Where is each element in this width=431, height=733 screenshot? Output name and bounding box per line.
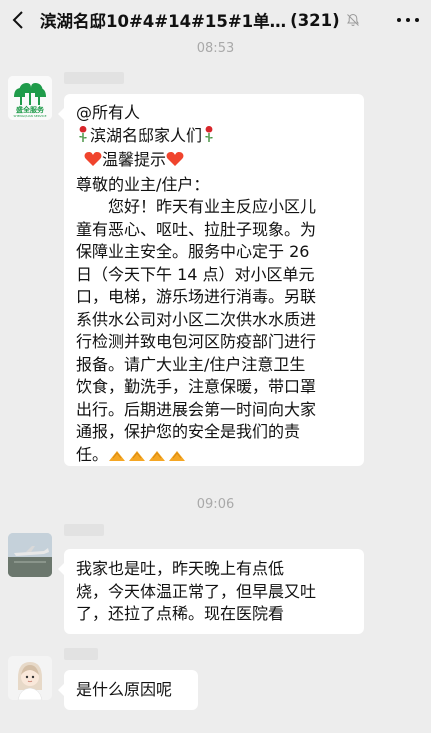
timestamp: 09:06 (196, 497, 235, 512)
notice-last-line: 任。 (76, 444, 352, 467)
salutation: 尊敬的业主/住户： (76, 174, 210, 194)
sender-name-blurred (64, 648, 98, 660)
more-dots-icon (397, 18, 401, 22)
praying-hands-icon (109, 450, 126, 461)
heart-icon (166, 151, 184, 174)
notice-line: 童有恶心、呕吐、拉肚子现象。为 (76, 219, 317, 239)
notice-line: 通报，保护您的安全是我们的责 (76, 422, 301, 441)
sender-name-blurred (64, 72, 124, 84)
more-options-button[interactable] (397, 10, 419, 30)
reply-line: 了，还拉了点稀。现在医院看 (76, 604, 285, 623)
praying-hands-icon (149, 450, 166, 461)
praying-hands-group (108, 448, 186, 462)
heart-icon (84, 151, 102, 174)
greeting-text: 滨湖名邸家人们 (90, 125, 203, 145)
notice-line: 日（今天下午 14 点）对小区单元 (76, 264, 315, 284)
message-bubble-notice[interactable]: @所有人 滨湖名邸家人们 温馨提示 尊敬的业主/住户： 您好！昨天有业主反应小区… (58, 94, 364, 467)
avatar-brand-text: 盛全服务 (16, 106, 44, 114)
greeting-line: 滨湖名邸家人们 (76, 125, 352, 150)
airplane-photo-icon (8, 533, 52, 577)
rose-icon (76, 125, 90, 150)
notice-line: 系供水公司对小区二次供水水质进 (76, 309, 317, 329)
avatar-property-service[interactable]: 盛全服务 SHENGQUAN SERVICE (8, 76, 52, 120)
more-dot (415, 18, 419, 22)
notice-line: 保障业主安全。服务中心定于 26 (76, 242, 310, 261)
notice-line: 口，电梯，游乐场进行消毒。另联 (76, 287, 317, 306)
sender-name-blurred (64, 524, 104, 536)
reply-line: 烧，今天体温正常了，但早晨又吐 (76, 581, 317, 601)
chat-header: 滨湖名邸10#4#14#15#1单… (321) (0, 0, 431, 40)
notice-line: 行检测并致电包河区防疫部门进行 (76, 332, 317, 351)
praying-hands-icon (129, 450, 146, 461)
notice-end-text: 任。 (76, 444, 109, 464)
reminder-line: 温馨提示 (76, 149, 352, 174)
member-count: (321) (290, 10, 340, 30)
reminder-text: 温馨提示 (102, 150, 167, 169)
question-text: 是什么原因呢 (76, 680, 173, 699)
notice-line: 出行。后期进展会第一时间向大家 (76, 399, 317, 419)
chat-title[interactable]: 滨湖名邸10#4#14#15#1单… (321) (40, 8, 360, 32)
notice-line: 饮食，勤洗手，注意保暖，带口罩 (76, 377, 317, 396)
person-avatar-icon (8, 656, 52, 700)
timestamp: 08:53 (196, 41, 235, 56)
message-bubble-reply[interactable]: 我家也是吐，昨天晚上有点低 烧，今天体温正常了，但早晨又吐 了，还拉了点稀。现在… (58, 549, 364, 634)
notice-line: 报备。请广大业主/住户注意卫生 (76, 354, 306, 374)
more-dot (406, 18, 410, 22)
rose-icon (202, 125, 216, 150)
avatar-brand-subtext: SHENGQUAN SERVICE (13, 114, 47, 118)
notice-line: 您好！昨天有业主反应小区儿 (108, 197, 317, 216)
chevron-left-icon (12, 11, 23, 29)
reply-line: 我家也是吐，昨天晚上有点低 (76, 559, 285, 578)
avatar-user-airplane[interactable] (8, 533, 52, 577)
message-bubble-question[interactable]: 是什么原因呢 (58, 670, 198, 710)
mention-all: @所有人 (76, 103, 141, 122)
group-name: 滨湖名邸10#4#14#15#1单… (40, 12, 287, 31)
avatar-user-person[interactable] (8, 656, 52, 700)
praying-hands-icon (169, 450, 186, 461)
back-button[interactable] (0, 0, 36, 40)
bell-off-icon (346, 13, 360, 27)
